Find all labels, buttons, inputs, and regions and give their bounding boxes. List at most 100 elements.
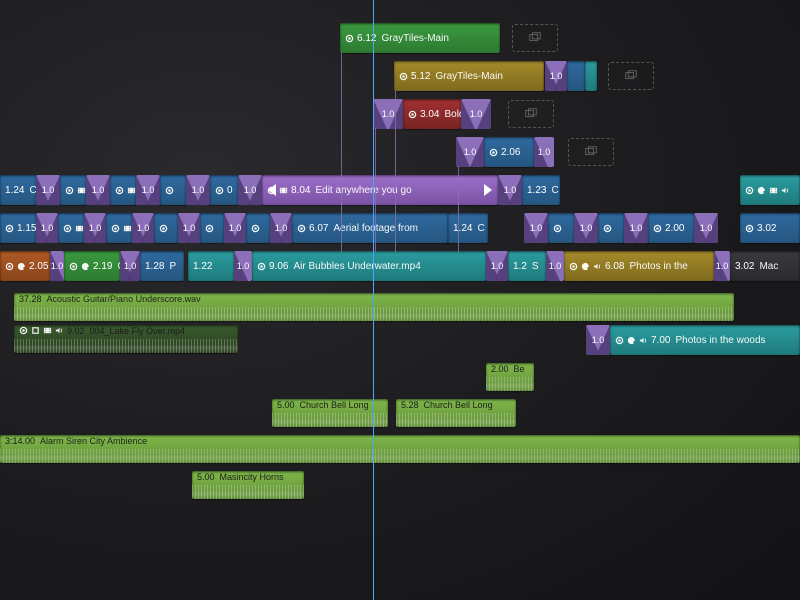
video-clip[interactable] [585,61,597,91]
video-clip[interactable]: 2.05 [0,251,50,281]
clip-duration: 3.04 [420,109,439,120]
transition[interactable]: 1.0 [36,213,58,243]
transition[interactable]: 1.0 [694,213,718,243]
transition[interactable]: 1.0 [234,251,252,281]
video-clip[interactable] [110,175,136,205]
video-clip[interactable] [246,213,270,243]
transition-duration: 1.0 [42,185,55,195]
film-icon [123,224,132,233]
ring-icon [745,224,754,233]
video-clip[interactable]: 6.08Photos in the [564,251,714,281]
transition[interactable]: 1.0 [238,175,262,205]
video-clip[interactable]: 3.02 [740,213,800,243]
transition[interactable]: 1.0 [456,137,484,167]
transition[interactable]: 1.0 [132,213,154,243]
video-clip[interactable] [567,61,585,91]
video-clip[interactable] [740,175,800,205]
transition[interactable]: 1.0 [36,175,60,205]
transition[interactable]: 1.0 [498,175,522,205]
clip-duration: 3.02 [735,261,754,272]
transition-duration: 1.0 [470,109,483,119]
video-clip[interactable]: 3.02Mac [730,251,800,281]
video-clip[interactable]: 8.04Edit anywhere you go [262,175,498,205]
timeline[interactable]: 6.12GrayTiles-Main5.12GrayTiles-Main1.01… [0,0,800,600]
transition[interactable]: 1.0 [534,137,554,167]
transition[interactable]: 1.0 [586,325,610,355]
clip-duration: 1.22 [193,261,212,272]
transition[interactable]: 1.0 [524,213,548,243]
audio-clip[interactable]: 5.28Church Bell Long [396,399,516,427]
transition[interactable]: 1.0 [270,213,292,243]
transition[interactable]: 1.0 [86,175,110,205]
video-clip[interactable]: 1.24C [0,175,36,205]
video-clip[interactable]: 0 [210,175,238,205]
video-clip[interactable]: 7.00Photos in the woods [610,325,800,355]
placeholder-slot[interactable] [508,100,554,128]
video-clip[interactable]: 6.12GrayTiles-Main [340,23,500,53]
video-clip[interactable]: 1.22 [188,251,234,281]
transition[interactable]: 1.0 [461,99,491,129]
clip-connector [395,90,396,252]
clip-label: Photos in the woods [675,335,765,346]
transition[interactable]: 1.0 [186,175,210,205]
audio-clip[interactable]: 5.00Church Bell Long [272,399,388,427]
video-clip[interactable]: 2.19Gre [64,251,120,281]
transition[interactable]: 1.0 [714,251,730,281]
video-clip[interactable] [60,175,86,205]
clip-label: Acoustic Guitar/Piano Underscore.wav [47,294,201,304]
video-clip[interactable] [154,213,178,243]
transition[interactable]: 1.0 [624,213,648,243]
audio-clip[interactable]: 9.02004_Lake Fly Over.mp4 [14,325,238,353]
placeholder-slot[interactable] [512,24,558,52]
video-clip[interactable]: 1.28P [140,251,184,281]
video-clip[interactable]: 1.2S [508,251,546,281]
retime-handle-right[interactable] [484,184,492,196]
video-clip[interactable] [548,213,574,243]
transition-duration: 1.0 [51,261,64,271]
video-clip[interactable]: 2.06 [484,137,534,167]
transition[interactable]: 1.0 [224,213,246,243]
clip-duration: 2.19 [93,261,112,272]
retime-handle-left[interactable] [268,184,276,196]
audio-clip[interactable]: 2.00Be [486,363,534,391]
transition[interactable]: 1.0 [546,251,564,281]
video-clip[interactable]: 3.04BoldS [403,99,461,129]
video-clip[interactable]: 6.07Aerial footage from [292,213,448,243]
video-clip[interactable] [598,213,624,243]
transition[interactable]: 1.0 [84,213,106,243]
video-clip[interactable]: 1.23C [522,175,560,205]
video-clip[interactable] [58,213,84,243]
clip-label: C [551,185,558,196]
audio-clip[interactable]: 37.28Acoustic Guitar/Piano Underscore.wa… [14,293,734,321]
video-clip[interactable]: 2.00 [648,213,694,243]
transition[interactable]: 1.0 [178,213,200,243]
transition-duration: 1.0 [504,185,517,195]
clip-label: Church Bell Long [424,400,493,410]
transition[interactable]: 1.0 [574,213,598,243]
transition[interactable]: 1.0 [136,175,160,205]
audio-clip[interactable]: 5.00Masincity Horns [192,471,304,499]
ring-icon [653,224,662,233]
clip-duration: 8.04 [291,185,310,196]
video-clip[interactable]: 9.06Air Bubbles Underwater.mp4 [252,251,486,281]
ring-icon [5,224,14,233]
audio-clip[interactable]: 3:14.00Alarm Siren City Ambience [0,435,800,463]
track-12: 5.00Masincity Horns [0,470,800,504]
video-clip[interactable] [160,175,186,205]
transition[interactable]: 1.0 [486,251,508,281]
track-3: 1.02.061.0 [0,136,800,170]
video-clip[interactable] [200,213,224,243]
placeholder-slot[interactable] [568,138,614,166]
clip-label: Alarm Siren City Ambience [40,436,147,446]
clip-label: Photos in the [629,261,687,272]
transition[interactable]: 1.0 [545,61,567,91]
video-clip[interactable]: 5.12GrayTiles-Main [394,61,544,91]
video-clip[interactable]: 1.15 [0,213,36,243]
placeholder-slot[interactable] [608,62,654,90]
transition[interactable]: 1.0 [50,251,64,281]
transition[interactable]: 1.0 [120,251,140,281]
video-clip[interactable] [106,213,132,243]
video-clip[interactable]: 1.24C [448,213,488,243]
ring-icon [19,326,28,335]
transition[interactable]: 1.0 [373,99,403,129]
